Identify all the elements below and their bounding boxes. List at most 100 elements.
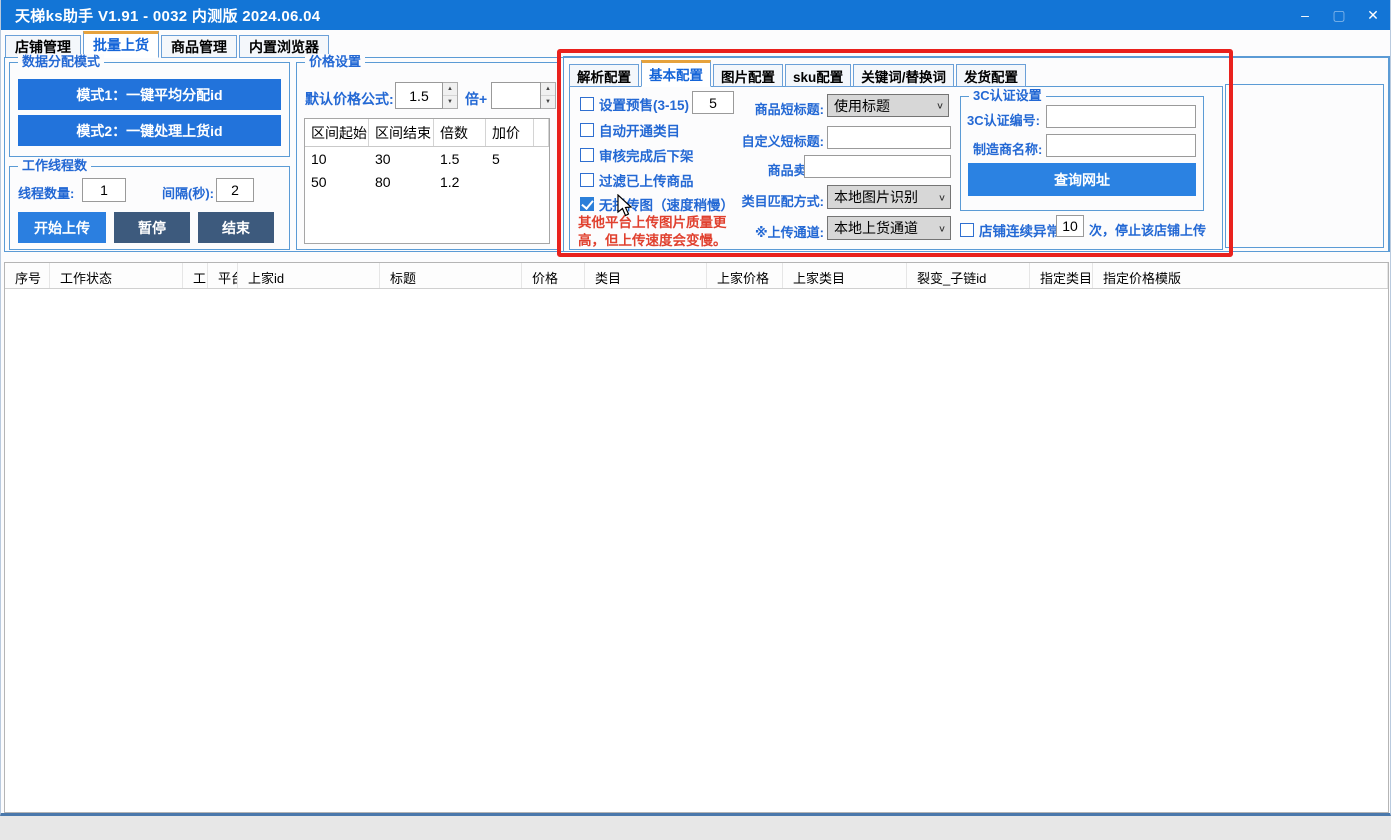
tab-parse-config[interactable]: 解析配置 — [569, 64, 639, 87]
stop-button[interactable]: 结束 — [198, 212, 274, 243]
col-title[interactable]: 标题 — [380, 263, 522, 288]
price-rule-row[interactable]: 50 80 1.2 — [305, 170, 549, 193]
cert-no-label: 3C认证编号: — [967, 110, 1040, 129]
category-match-label: 类目匹配方式: — [714, 191, 824, 210]
tab-shipping-config[interactable]: 发货配置 — [956, 64, 1026, 87]
interval-label: 间隔(秒): — [162, 183, 214, 202]
shop-abnormal-row[interactable]: 店铺连续异常 — [960, 220, 1060, 240]
shop-abnormal-checkbox[interactable] — [960, 223, 974, 237]
delist-after-review-checkbox[interactable] — [580, 148, 594, 162]
lossless-warning-line2: 高，但上传速度会变慢。 — [578, 229, 727, 249]
cert-no-input[interactable] — [1046, 105, 1196, 128]
desktop-background-strip — [0, 816, 1391, 840]
query-url-button[interactable]: 查询网址 — [968, 163, 1196, 196]
start-upload-button[interactable]: 开始上传 — [18, 212, 106, 243]
tab-basic-config[interactable]: 基本配置 — [641, 60, 711, 87]
interval-input[interactable] — [216, 178, 254, 202]
config-tab-strip: 解析配置 基本配置 图片配置 sku配置 关键词/替换词 发货配置 — [569, 60, 1028, 87]
presale-checkbox[interactable] — [580, 97, 594, 111]
upload-items-table[interactable]: 序号 工作状态 工 平台 上家id 标题 价格 类目 上家价格 上家类目 裂变_… — [4, 262, 1389, 813]
price-table-header: 区间起始 区间结束 倍数 加价 — [305, 119, 549, 147]
price-formula-spinner[interactable]: ▲▼ — [443, 82, 458, 109]
col-fission-sublink-id[interactable]: 裂变_子链id — [907, 263, 1030, 288]
category-match-combo[interactable]: 本地图片识别 ∨ — [827, 185, 951, 209]
price-settings-group-title: 价格设置 — [305, 54, 365, 70]
price-formula-input[interactable] — [395, 82, 443, 109]
col-multiplier: 倍数 — [434, 119, 486, 146]
col-range-end: 区间结束 — [369, 119, 434, 146]
short-title-label: 商品短标题: — [714, 99, 824, 118]
col-supplier-price[interactable]: 上家价格 — [707, 263, 783, 288]
mode2-button[interactable]: 模式2：一键处理上货id — [18, 115, 281, 146]
price-rules-table[interactable]: 区间起始 区间结束 倍数 加价 10 30 1.5 5 50 80 1.2 — [304, 118, 550, 244]
col-assigned-category[interactable]: 指定类目 — [1030, 263, 1093, 288]
custom-short-title-input[interactable] — [827, 126, 951, 149]
maker-name-input[interactable] — [1046, 134, 1196, 157]
shop-abnormal-suffix: 次，停止该店铺上传 — [1089, 220, 1206, 239]
price-plus-input[interactable] — [491, 82, 541, 109]
price-plus-spinner[interactable]: ▲▼ — [541, 82, 556, 109]
cert-3c-group-title: 3C认证设置 — [969, 88, 1046, 104]
auto-open-category-checkbox[interactable] — [580, 123, 594, 137]
filter-uploaded-checkbox[interactable] — [580, 173, 594, 187]
tab-product-management[interactable]: 商品管理 — [161, 35, 237, 58]
default-price-formula-label: 默认价格公式: — [305, 89, 394, 109]
short-title-combo[interactable]: 使用标题 ∨ — [827, 94, 949, 117]
tab-sku-config[interactable]: sku配置 — [785, 64, 851, 87]
auto-open-category-row[interactable]: 自动开通类目 — [580, 120, 680, 140]
col-markup: 加价 — [486, 119, 534, 146]
table-header-row: 序号 工作状态 工 平台 上家id 标题 价格 类目 上家价格 上家类目 裂变_… — [5, 263, 1388, 289]
col-work-status[interactable]: 工作状态 — [50, 263, 183, 288]
tab-image-config[interactable]: 图片配置 — [713, 64, 783, 87]
pause-button[interactable]: 暂停 — [114, 212, 190, 243]
delist-after-review-row[interactable]: 审核完成后下架 — [580, 145, 694, 165]
col-platform[interactable]: 平台 — [208, 263, 238, 288]
cert-3c-group: 3C认证设置 3C认证编号: 制造商名称: 查询网址 — [960, 96, 1204, 211]
chevron-down-icon: ∨ — [938, 192, 946, 202]
basic-config-panel: 设置预售(3-15) 自动开通类目 审核完成后下架 过滤已上传商品 无损传图（速… — [569, 86, 1223, 250]
presale-checkbox-row[interactable]: 设置预售(3-15) — [580, 94, 689, 114]
col-category[interactable]: 类目 — [585, 263, 707, 288]
col-assigned-price-template[interactable]: 指定价格模版 — [1093, 263, 1388, 288]
lossless-image-checkbox[interactable] — [580, 197, 594, 211]
maximize-button[interactable]: ▢ — [1322, 0, 1356, 30]
title-bar: 天梯ks助手 V1.91 - 0032 内测版 2024.06.04 – ▢ ✕ — [1, 0, 1390, 30]
thread-count-label: 线程数量: — [18, 183, 74, 202]
window-controls: – ▢ ✕ — [1288, 0, 1390, 30]
upload-channel-label: ※上传通道: — [714, 222, 824, 241]
chevron-down-icon: ∨ — [936, 100, 944, 110]
spinner-up-icon[interactable]: ▲ — [541, 83, 555, 96]
presale-label: 设置预售(3-15) — [599, 94, 689, 114]
col-price[interactable]: 价格 — [522, 263, 585, 288]
shop-abnormal-prefix: 店铺连续异常 — [979, 220, 1060, 240]
col-supplier-category[interactable]: 上家类目 — [783, 263, 907, 288]
tab-keyword-replace[interactable]: 关键词/替换词 — [853, 64, 954, 87]
times-plus-label: 倍+ — [465, 89, 487, 109]
col-index[interactable]: 序号 — [5, 263, 50, 288]
lossless-warning-line1: 其他平台上传图片质量更 — [578, 211, 727, 231]
selling-point-input[interactable] — [804, 155, 951, 178]
thread-count-input[interactable] — [82, 178, 126, 202]
worker-thread-group: 工作线程数 线程数量: 间隔(秒): 开始上传 暂停 结束 — [9, 166, 290, 250]
mode1-button[interactable]: 模式1：一键平均分配id — [18, 79, 281, 110]
right-empty-panel — [1225, 84, 1384, 248]
custom-short-title-label: 自定义短标题: — [714, 131, 824, 150]
worker-thread-group-title: 工作线程数 — [18, 158, 91, 174]
window-title: 天梯ks助手 V1.91 - 0032 内测版 2024.06.04 — [1, 5, 320, 26]
filter-uploaded-row[interactable]: 过滤已上传商品 — [580, 170, 694, 190]
upload-channel-combo[interactable]: 本地上货通道 ∨ — [827, 216, 951, 240]
col-supplier-id[interactable]: 上家id — [238, 263, 380, 288]
app-window: 天梯ks助手 V1.91 - 0032 内测版 2024.06.04 – ▢ ✕… — [0, 0, 1391, 816]
price-rule-row[interactable]: 10 30 1.5 5 — [305, 147, 549, 170]
data-allocation-group-title: 数据分配模式 — [18, 54, 104, 70]
shop-abnormal-count-input[interactable] — [1056, 215, 1084, 237]
chevron-down-icon: ∨ — [938, 223, 946, 233]
spinner-down-icon[interactable]: ▼ — [443, 96, 457, 108]
maker-name-label: 制造商名称: — [973, 139, 1042, 158]
col-range-start: 区间起始 — [305, 119, 369, 146]
minimize-button[interactable]: – — [1288, 0, 1322, 30]
spinner-up-icon[interactable]: ▲ — [443, 83, 457, 96]
col-truncated[interactable]: 工 — [183, 263, 208, 288]
spinner-down-icon[interactable]: ▼ — [541, 96, 555, 108]
close-button[interactable]: ✕ — [1356, 0, 1390, 30]
